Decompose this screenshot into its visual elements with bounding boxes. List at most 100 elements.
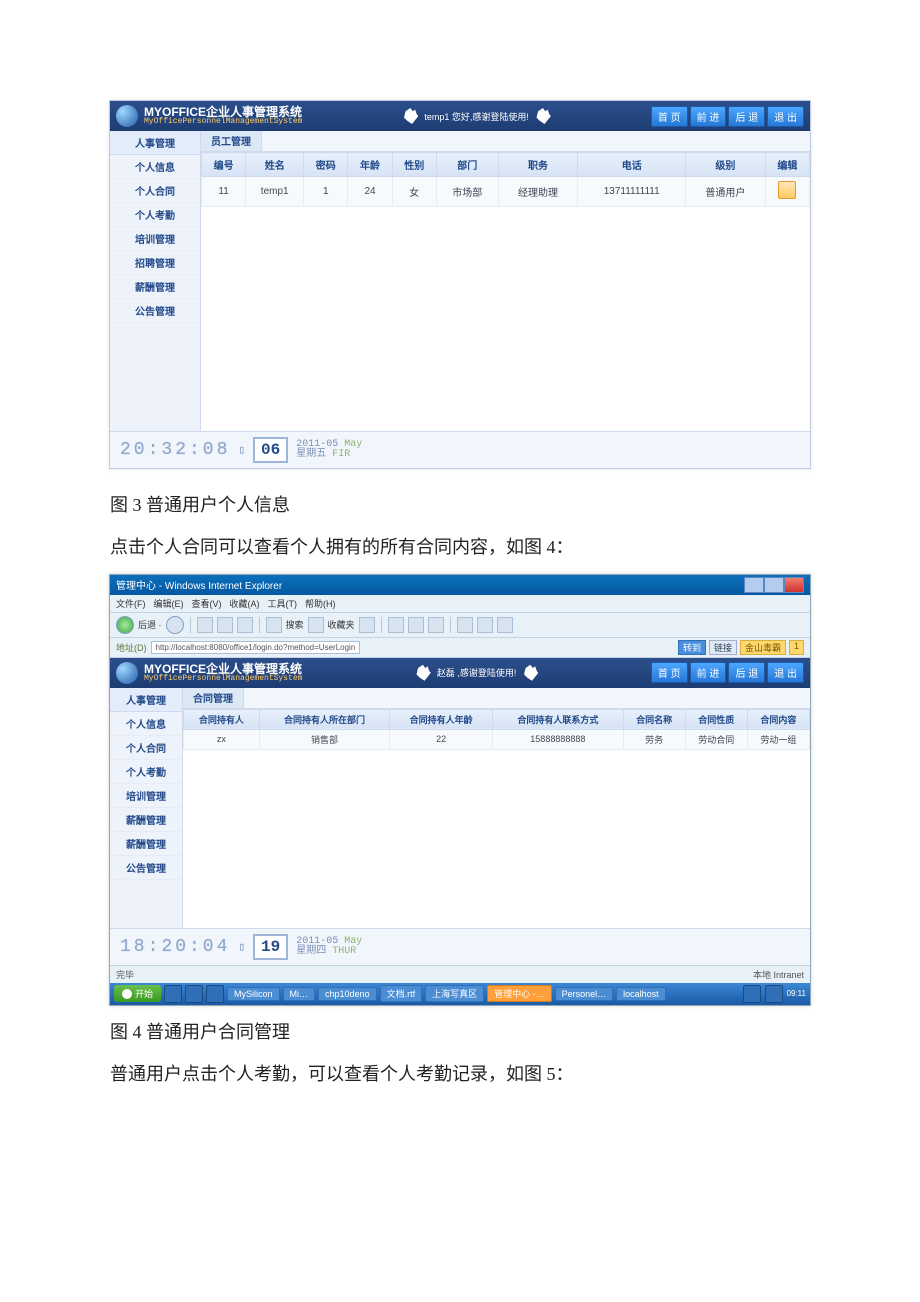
clock-time: 18:20:04 xyxy=(120,937,230,957)
datetime-bar: 18:20:04 ▯ 19 2011-05 May 星期四 THUR xyxy=(110,928,810,965)
sidebar-item-notice[interactable]: 公告管理 xyxy=(110,856,182,880)
task-item[interactable]: MySilicon xyxy=(227,987,280,1001)
home-icon[interactable] xyxy=(237,617,253,633)
addr-input[interactable]: http://localhost:8080/office1/login.do?m… xyxy=(151,641,361,654)
sidebar-item-contract[interactable]: 个人合同 xyxy=(110,736,182,760)
sidebar-item-notice[interactable]: 公告管理 xyxy=(110,299,200,323)
forward-icon[interactable] xyxy=(166,616,184,634)
history-icon[interactable] xyxy=(359,617,375,633)
sidebar-item-training[interactable]: 培训管理 xyxy=(110,227,200,251)
search-icon[interactable] xyxy=(266,617,282,633)
links-label[interactable]: 链接 xyxy=(709,640,737,655)
notif-badge[interactable]: 1 xyxy=(789,640,804,655)
minimize-icon[interactable] xyxy=(744,577,764,593)
sidebar-item-attendance[interactable]: 个人考勤 xyxy=(110,760,182,784)
menu-edit[interactable]: 编辑(E) xyxy=(154,597,184,610)
edit-button[interactable] xyxy=(778,181,796,199)
extra-icon[interactable] xyxy=(477,617,493,633)
menu-help[interactable]: 帮助(H) xyxy=(305,597,336,610)
divider-icon: ▯ xyxy=(238,940,245,954)
sidebar: 人事管理 个人信息 个人合同 个人考勤 培训管理 招聘管理 薪酬管理 公告管理 xyxy=(110,131,201,431)
task-item[interactable]: Mi… xyxy=(283,987,316,1001)
print-icon[interactable] xyxy=(408,617,424,633)
col-tel: 电话 xyxy=(578,153,686,177)
clock-week: 星期五 xyxy=(296,449,326,460)
favorites-icon[interactable] xyxy=(308,617,324,633)
app-title: MYOFFICE企业人事管理系统 xyxy=(144,663,302,675)
sidebar-item-attendance[interactable]: 个人考勤 xyxy=(110,203,200,227)
divider-icon: ▯ xyxy=(238,443,245,457)
task-item[interactable]: 文档.rtf xyxy=(380,985,423,1002)
stop-icon[interactable] xyxy=(197,617,213,633)
datetime-bar: 20:32:08 ▯ 06 2011-05 May 星期五 FIR xyxy=(110,431,810,468)
forward-button[interactable]: 前 进 xyxy=(690,662,727,683)
extra-icon[interactable] xyxy=(497,617,513,633)
sidebar-item-salary[interactable]: 薪酬管理 xyxy=(110,808,182,832)
ie-menubar: 文件(F) 编辑(E) 查看(V) 收藏(A) 工具(T) 帮助(H) xyxy=(110,595,810,613)
back-icon[interactable] xyxy=(116,616,134,634)
tray-icon[interactable] xyxy=(765,985,783,1003)
sidebar-item-salary[interactable]: 薪酬管理 xyxy=(110,275,200,299)
col-ctype: 合同性质 xyxy=(685,709,747,729)
system-tray: 09:11 xyxy=(743,985,806,1003)
forward-button[interactable]: 前 进 xyxy=(690,106,727,127)
home-button[interactable]: 首 页 xyxy=(651,662,688,683)
fig4-ie-window: 管理中心 - Windows Internet Explorer 文件(F) 编… xyxy=(109,574,811,1006)
antivirus-icon[interactable]: 金山毒霸 xyxy=(740,640,786,655)
task-item[interactable]: chp10deno xyxy=(318,987,377,1001)
tab-employee[interactable]: 员工管理 xyxy=(201,131,262,151)
col-pwd: 密码 xyxy=(304,153,348,177)
tray-icon[interactable] xyxy=(743,985,761,1003)
close-icon[interactable] xyxy=(784,577,804,593)
task-item[interactable]: 上海写真区 xyxy=(425,985,484,1002)
mail-icon[interactable] xyxy=(388,617,404,633)
task-item[interactable]: 管理中心 -… xyxy=(487,985,552,1002)
app-subtitle: MyOfficePersonnelManagementSystem xyxy=(144,118,302,126)
table-row: zx 销售部 22 15888888888 劳务 劳动合同 劳动一组 xyxy=(184,729,810,749)
sidebar-item-contract[interactable]: 个人合同 xyxy=(110,179,200,203)
exit-button[interactable]: 退 出 xyxy=(767,662,804,683)
sidebar-item-training[interactable]: 培训管理 xyxy=(110,784,182,808)
sidebar-item-profile[interactable]: 个人信息 xyxy=(110,712,182,736)
menu-file[interactable]: 文件(F) xyxy=(116,597,146,610)
col-dept: 合同持有人所在部门 xyxy=(259,709,389,729)
clock-day: 06 xyxy=(253,437,288,463)
menu-view[interactable]: 查看(V) xyxy=(192,597,222,610)
col-ccontent: 合同内容 xyxy=(747,709,809,729)
cell: 劳动合同 xyxy=(685,729,747,749)
task-item[interactable]: localhost xyxy=(616,987,666,1001)
cell-id: 11 xyxy=(202,177,246,207)
sidebar-item-recruit[interactable]: 招聘管理 xyxy=(110,251,200,275)
ie-titlebar: 管理中心 - Windows Internet Explorer xyxy=(110,575,810,595)
hand-icon xyxy=(415,665,431,681)
exit-button[interactable]: 退 出 xyxy=(767,106,804,127)
sidebar-item-profile[interactable]: 个人信息 xyxy=(110,155,200,179)
edit-icon[interactable] xyxy=(428,617,444,633)
back-button[interactable]: 后 退 xyxy=(728,106,765,127)
cell: 劳动一组 xyxy=(747,729,809,749)
task-item[interactable]: Personel… xyxy=(555,987,614,1001)
sidebar-item-salary2[interactable]: 薪酬管理 xyxy=(110,832,182,856)
quick-launch-icon[interactable] xyxy=(206,985,224,1003)
clock-week: 星期四 xyxy=(296,946,326,957)
quick-launch-icon[interactable] xyxy=(164,985,182,1003)
start-button[interactable]: 开始 xyxy=(114,985,161,1002)
col-edit: 编辑 xyxy=(765,153,809,177)
back-button[interactable]: 后 退 xyxy=(728,662,765,683)
refresh-icon[interactable] xyxy=(217,617,233,633)
cell: 销售部 xyxy=(259,729,389,749)
hand-icon xyxy=(402,108,418,124)
employee-table: 编号 姓名 密码 年龄 性别 部门 职务 电话 级别 编辑 11 temp1 xyxy=(201,152,810,207)
menu-tools[interactable]: 工具(T) xyxy=(268,597,298,610)
quick-launch-icon[interactable] xyxy=(185,985,203,1003)
go-button[interactable]: 转到 xyxy=(678,640,706,655)
col-name: 姓名 xyxy=(246,153,304,177)
sidebar: 人事管理 个人信息 个人合同 个人考勤 培训管理 薪酬管理 薪酬管理 公告管理 xyxy=(110,688,183,928)
home-button[interactable]: 首 页 xyxy=(651,106,688,127)
menu-fav[interactable]: 收藏(A) xyxy=(230,597,260,610)
tab-contract[interactable]: 合同管理 xyxy=(183,688,244,708)
start-label: 开始 xyxy=(135,987,153,1000)
extra-icon[interactable] xyxy=(457,617,473,633)
maximize-icon[interactable] xyxy=(764,577,784,593)
col-dept: 部门 xyxy=(436,153,498,177)
